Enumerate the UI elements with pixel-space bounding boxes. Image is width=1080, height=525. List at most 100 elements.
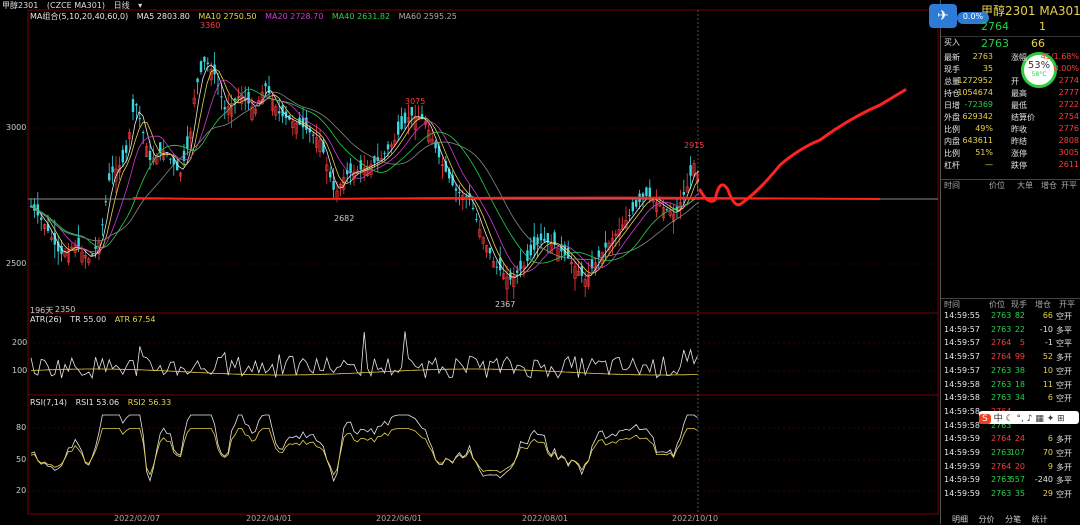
y-tick: 20	[16, 486, 27, 495]
tick-delta: -10	[1039, 324, 1053, 334]
tick-delta: 6	[1047, 393, 1053, 403]
stat-value: 2611	[1058, 160, 1079, 169]
candle-body	[604, 242, 607, 248]
tick-price: 2764	[991, 352, 1012, 362]
stat-value: -72369	[964, 100, 993, 109]
x-date: 2022/08/01	[522, 514, 569, 523]
tick-price: 2764	[991, 434, 1012, 444]
shirt-icon[interactable]: ✦	[1047, 414, 1055, 424]
candle-body	[543, 238, 546, 242]
tick-time: 14:59:57	[944, 338, 980, 348]
candle-body	[529, 244, 532, 256]
stat-label: 最低	[1011, 101, 1027, 110]
candle-body	[125, 145, 128, 153]
tick-qty: 34	[1014, 393, 1025, 403]
tick-time: 14:59:58	[944, 406, 980, 416]
stat-label: 昨收	[1011, 125, 1027, 134]
ime-lang[interactable]: 中	[994, 414, 1003, 424]
tick-time: 14:59:57	[944, 365, 980, 375]
stat-label: 比例	[944, 149, 960, 158]
quote-stat-row: 现手 35 0.00%	[941, 64, 1080, 76]
tick-delta: 9	[1047, 461, 1053, 471]
tick-row[interactable]: 14:59:57 2764 99 52 多开	[941, 352, 1080, 364]
tick-row[interactable]: 14:59:57 2764 5 -1 空平	[941, 338, 1080, 350]
tab-detail[interactable]: 明细	[952, 515, 968, 524]
ma10-value: MA10 2750.50	[198, 12, 257, 21]
candle-body	[597, 250, 600, 257]
stat-value: 2763	[972, 52, 993, 61]
comma-icon[interactable]: °,	[1016, 414, 1023, 424]
tick-row[interactable]: 14:59:57 2763 38 10 空开	[941, 366, 1080, 378]
quote-stat-row: 总量 1272952 开 2774	[941, 76, 1080, 88]
tick-type: 多平	[1056, 476, 1072, 486]
x-date: 2022/04/01	[246, 514, 293, 523]
stat-label: 开	[1011, 77, 1019, 86]
grid-icon[interactable]: ⊞	[1057, 414, 1065, 424]
tick-qty: 5	[1019, 338, 1025, 348]
stat-label: 最新	[944, 53, 960, 62]
ime-toolbar[interactable]: S 中 ☾ °, ♪ ▦ ✦ ⊞	[979, 411, 1079, 424]
tick-row[interactable]: 14:59:59 2764 20 9 多开	[941, 462, 1080, 474]
tick-row[interactable]: 14:59:59 2763 107 70 空开	[941, 448, 1080, 460]
tick-time: 14:59:57	[944, 352, 980, 362]
tick-type: 空开	[1056, 312, 1072, 321]
tick-row[interactable]: 14:59:59 2764 24 6 多开	[941, 434, 1080, 446]
candle-body	[403, 112, 407, 124]
mic-icon[interactable]: ♪	[1027, 414, 1033, 424]
tick-type: 空开	[1056, 449, 1072, 458]
stat-label: 涨停	[1011, 149, 1027, 158]
stat-label: 跌停	[1011, 161, 1027, 170]
ma-line	[30, 79, 700, 273]
y-tick: 200	[12, 338, 28, 347]
y-tick: 3000	[6, 123, 27, 132]
stat-value: 2808	[1058, 136, 1079, 145]
moon-icon[interactable]: ☾	[1005, 414, 1013, 424]
tick-row[interactable]: 14:59:58 2763 18 11 空开	[941, 380, 1080, 392]
tick-row[interactable]: 14:59:59 2763 35 29 空开	[941, 489, 1080, 501]
tick-price: 2763	[991, 489, 1012, 499]
low-annotation: 2367	[495, 300, 516, 309]
tick-delta: 6	[1047, 434, 1053, 444]
stat-value: 45/1.68%	[1040, 52, 1079, 61]
tick-row[interactable]: 14:59:59 2763 557 -240 多平	[941, 475, 1080, 487]
stat-value: 2754	[1058, 112, 1079, 121]
bid-price: 2763	[981, 37, 1009, 50]
candle-body	[628, 214, 631, 216]
candle-body	[635, 200, 638, 207]
rsi-legend-label[interactable]: RSI(7,14)	[30, 398, 67, 407]
tick-qty: 38	[1014, 365, 1025, 375]
atr-value: ATR 67.54	[114, 315, 156, 324]
tick-price: 2763	[991, 365, 1012, 375]
atr-legend-label[interactable]: ATR(26)	[30, 315, 62, 324]
tick-row[interactable]: 14:59:55 2763 82 66 空开	[941, 311, 1080, 323]
ma-legend-label[interactable]: MA组合(5,10,20,40,60,0)	[30, 12, 128, 21]
tick-delta: -240	[1034, 475, 1053, 485]
stat-value: 3005	[1058, 148, 1079, 157]
tab-price[interactable]: 分价	[979, 515, 995, 524]
tab-stats[interactable]: 统计	[1032, 515, 1048, 524]
tick-price: 2763	[991, 324, 1012, 334]
tick-row[interactable]: 14:59:58 2763 34 6 空开	[941, 393, 1080, 405]
candle-body	[94, 246, 97, 249]
ma-legend: MA组合(5,10,20,40,60,0) MA5 2803.80 MA10 2…	[30, 11, 463, 22]
quote-stat-row: 日增 -72369 最低 2722	[941, 100, 1080, 112]
stat-label: 内盘	[944, 137, 960, 146]
tick-qty: 107	[1009, 448, 1025, 457]
ask-qty: 1	[1039, 20, 1046, 33]
quote-stat-row: 比例 49% 昨收 2776	[941, 124, 1080, 136]
candle-body	[264, 83, 267, 87]
quote-stat-row: 杠杆 — 跌停 2611	[941, 160, 1080, 172]
candle-body	[539, 233, 543, 241]
tick-delta: 66	[1042, 311, 1053, 320]
candle-body	[267, 86, 271, 93]
stat-label: 现手	[944, 65, 960, 74]
stat-label: 涨幅	[1011, 53, 1027, 62]
candle-body	[383, 152, 386, 154]
tick-price: 2763	[991, 379, 1012, 389]
tick-row[interactable]: 14:59:57 2763 22 -10 多平	[941, 325, 1080, 337]
tick-qty: 22	[1014, 324, 1025, 334]
keyboard-icon[interactable]: ▦	[1035, 414, 1044, 424]
tab-trades[interactable]: 分笔	[1005, 515, 1021, 524]
tick-price: 2763	[991, 311, 1012, 320]
candle-body	[233, 98, 237, 100]
